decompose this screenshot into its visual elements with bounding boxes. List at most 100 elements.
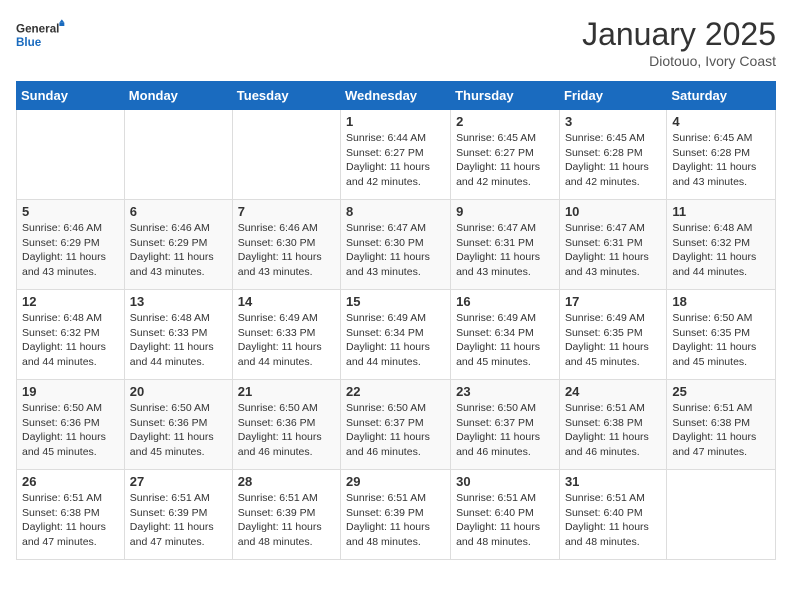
day-info: Sunrise: 6:46 AMSunset: 6:29 PMDaylight:… <box>130 221 227 280</box>
day-number: 23 <box>456 384 554 399</box>
day-number: 27 <box>130 474 227 489</box>
calendar-cell: 22 Sunrise: 6:50 AMSunset: 6:37 PMDayligh… <box>341 380 451 470</box>
page-header: General Blue January 2025 Diotouo, Ivory… <box>16 16 776 69</box>
calendar-cell: 10 Sunrise: 6:47 AMSunset: 6:31 PMDayligh… <box>559 200 666 290</box>
weekday-sunday: Sunday <box>17 82 125 110</box>
day-number: 6 <box>130 204 227 219</box>
day-number: 8 <box>346 204 445 219</box>
day-number: 1 <box>346 114 445 129</box>
calendar-cell: 5 Sunrise: 6:46 AMSunset: 6:29 PMDaylight… <box>17 200 125 290</box>
day-info: Sunrise: 6:46 AMSunset: 6:29 PMDaylight:… <box>22 221 119 280</box>
day-info: Sunrise: 6:50 AMSunset: 6:36 PMDaylight:… <box>130 401 227 460</box>
weekday-tuesday: Tuesday <box>232 82 340 110</box>
calendar-cell <box>667 470 776 560</box>
week-row-5: 26 Sunrise: 6:51 AMSunset: 6:38 PMDayligh… <box>17 470 776 560</box>
day-info: Sunrise: 6:49 AMSunset: 6:35 PMDaylight:… <box>565 311 661 370</box>
day-number: 3 <box>565 114 661 129</box>
calendar-cell <box>232 110 340 200</box>
calendar-cell <box>124 110 232 200</box>
calendar-cell: 11 Sunrise: 6:48 AMSunset: 6:32 PMDayligh… <box>667 200 776 290</box>
day-number: 15 <box>346 294 445 309</box>
day-number: 24 <box>565 384 661 399</box>
day-number: 20 <box>130 384 227 399</box>
day-info: Sunrise: 6:46 AMSunset: 6:30 PMDaylight:… <box>238 221 335 280</box>
calendar-cell: 12 Sunrise: 6:48 AMSunset: 6:32 PMDayligh… <box>17 290 125 380</box>
day-number: 28 <box>238 474 335 489</box>
day-info: Sunrise: 6:47 AMSunset: 6:30 PMDaylight:… <box>346 221 445 280</box>
day-number: 16 <box>456 294 554 309</box>
calendar-cell: 17 Sunrise: 6:49 AMSunset: 6:35 PMDayligh… <box>559 290 666 380</box>
calendar-cell: 31Sunrise: 6:51 AMSunset: 6:40 PMDayligh… <box>559 470 666 560</box>
calendar-cell: 26 Sunrise: 6:51 AMSunset: 6:38 PMDayligh… <box>17 470 125 560</box>
day-number: 18 <box>672 294 770 309</box>
week-row-4: 19 Sunrise: 6:50 AMSunset: 6:36 PMDayligh… <box>17 380 776 470</box>
day-info: Sunrise: 6:50 AMSunset: 6:37 PMDaylight:… <box>456 401 554 460</box>
calendar-cell: 3 Sunrise: 6:45 AMSunset: 6:28 PMDaylight… <box>559 110 666 200</box>
day-number: 2 <box>456 114 554 129</box>
location: Diotouo, Ivory Coast <box>582 53 776 69</box>
day-number: 26 <box>22 474 119 489</box>
day-info: Sunrise: 6:48 AMSunset: 6:33 PMDaylight:… <box>130 311 227 370</box>
logo: General Blue <box>16 16 66 56</box>
day-info: Sunrise: 6:47 AMSunset: 6:31 PMDaylight:… <box>456 221 554 280</box>
day-info: Sunrise: 6:47 AMSunset: 6:31 PMDaylight:… <box>565 221 661 280</box>
calendar-cell: 25Sunrise: 6:51 AMSunset: 6:38 PMDayligh… <box>667 380 776 470</box>
day-number: 13 <box>130 294 227 309</box>
day-number: 7 <box>238 204 335 219</box>
calendar-cell: 18 Sunrise: 6:50 AMSunset: 6:35 PMDayligh… <box>667 290 776 380</box>
day-info: Sunrise: 6:51 AMSunset: 6:38 PMDaylight:… <box>22 491 119 550</box>
weekday-header-row: SundayMondayTuesdayWednesdayThursdayFrid… <box>17 82 776 110</box>
day-info: Sunrise: 6:51 AMSunset: 6:39 PMDaylight:… <box>238 491 335 550</box>
calendar-cell: 19 Sunrise: 6:50 AMSunset: 6:36 PMDayligh… <box>17 380 125 470</box>
calendar-cell: 24Sunrise: 6:51 AMSunset: 6:38 PMDayligh… <box>559 380 666 470</box>
day-info: Sunrise: 6:50 AMSunset: 6:35 PMDaylight:… <box>672 311 770 370</box>
calendar-cell: 16 Sunrise: 6:49 AMSunset: 6:34 PMDayligh… <box>451 290 560 380</box>
day-number: 10 <box>565 204 661 219</box>
calendar-cell: 27 Sunrise: 6:51 AMSunset: 6:39 PMDayligh… <box>124 470 232 560</box>
day-info: Sunrise: 6:50 AMSunset: 6:36 PMDaylight:… <box>22 401 119 460</box>
calendar-cell: 13 Sunrise: 6:48 AMSunset: 6:33 PMDayligh… <box>124 290 232 380</box>
day-info: Sunrise: 6:51 AMSunset: 6:39 PMDaylight:… <box>130 491 227 550</box>
svg-text:Blue: Blue <box>16 36 42 49</box>
calendar-cell: 29Sunrise: 6:51 AMSunset: 6:39 PMDayligh… <box>341 470 451 560</box>
day-info: Sunrise: 6:51 AMSunset: 6:38 PMDaylight:… <box>672 401 770 460</box>
day-info: Sunrise: 6:48 AMSunset: 6:32 PMDaylight:… <box>22 311 119 370</box>
calendar-cell: 21Sunrise: 6:50 AMSunset: 6:36 PMDayligh… <box>232 380 340 470</box>
calendar-cell: 8 Sunrise: 6:47 AMSunset: 6:30 PMDaylight… <box>341 200 451 290</box>
day-info: Sunrise: 6:45 AMSunset: 6:27 PMDaylight:… <box>456 131 554 190</box>
day-info: Sunrise: 6:50 AMSunset: 6:37 PMDaylight:… <box>346 401 445 460</box>
weekday-saturday: Saturday <box>667 82 776 110</box>
weekday-friday: Friday <box>559 82 666 110</box>
day-number: 5 <box>22 204 119 219</box>
weekday-monday: Monday <box>124 82 232 110</box>
day-number: 17 <box>565 294 661 309</box>
calendar-cell: 1 Sunrise: 6:44 AMSunset: 6:27 PMDaylight… <box>341 110 451 200</box>
day-info: Sunrise: 6:45 AMSunset: 6:28 PMDaylight:… <box>672 131 770 190</box>
calendar-table: SundayMondayTuesdayWednesdayThursdayFrid… <box>16 81 776 560</box>
day-number: 22 <box>346 384 445 399</box>
weekday-thursday: Thursday <box>451 82 560 110</box>
weekday-wednesday: Wednesday <box>341 82 451 110</box>
day-info: Sunrise: 6:48 AMSunset: 6:32 PMDaylight:… <box>672 221 770 280</box>
day-info: Sunrise: 6:45 AMSunset: 6:28 PMDaylight:… <box>565 131 661 190</box>
title-block: January 2025 Diotouo, Ivory Coast <box>582 16 776 69</box>
week-row-3: 12 Sunrise: 6:48 AMSunset: 6:32 PMDayligh… <box>17 290 776 380</box>
day-number: 14 <box>238 294 335 309</box>
calendar-cell: 30Sunrise: 6:51 AMSunset: 6:40 PMDayligh… <box>451 470 560 560</box>
day-number: 19 <box>22 384 119 399</box>
day-number: 21 <box>238 384 335 399</box>
calendar-cell: 15Sunrise: 6:49 AMSunset: 6:34 PMDayligh… <box>341 290 451 380</box>
calendar-cell: 7 Sunrise: 6:46 AMSunset: 6:30 PMDaylight… <box>232 200 340 290</box>
calendar-cell: 2 Sunrise: 6:45 AMSunset: 6:27 PMDaylight… <box>451 110 560 200</box>
day-number: 30 <box>456 474 554 489</box>
day-number: 29 <box>346 474 445 489</box>
svg-text:General: General <box>16 23 59 36</box>
day-info: Sunrise: 6:49 AMSunset: 6:34 PMDaylight:… <box>456 311 554 370</box>
week-row-1: 1 Sunrise: 6:44 AMSunset: 6:27 PMDaylight… <box>17 110 776 200</box>
calendar-cell: 9Sunrise: 6:47 AMSunset: 6:31 PMDaylight… <box>451 200 560 290</box>
day-number: 11 <box>672 204 770 219</box>
week-row-2: 5 Sunrise: 6:46 AMSunset: 6:29 PMDaylight… <box>17 200 776 290</box>
day-number: 12 <box>22 294 119 309</box>
day-number: 31 <box>565 474 661 489</box>
day-info: Sunrise: 6:44 AMSunset: 6:27 PMDaylight:… <box>346 131 445 190</box>
